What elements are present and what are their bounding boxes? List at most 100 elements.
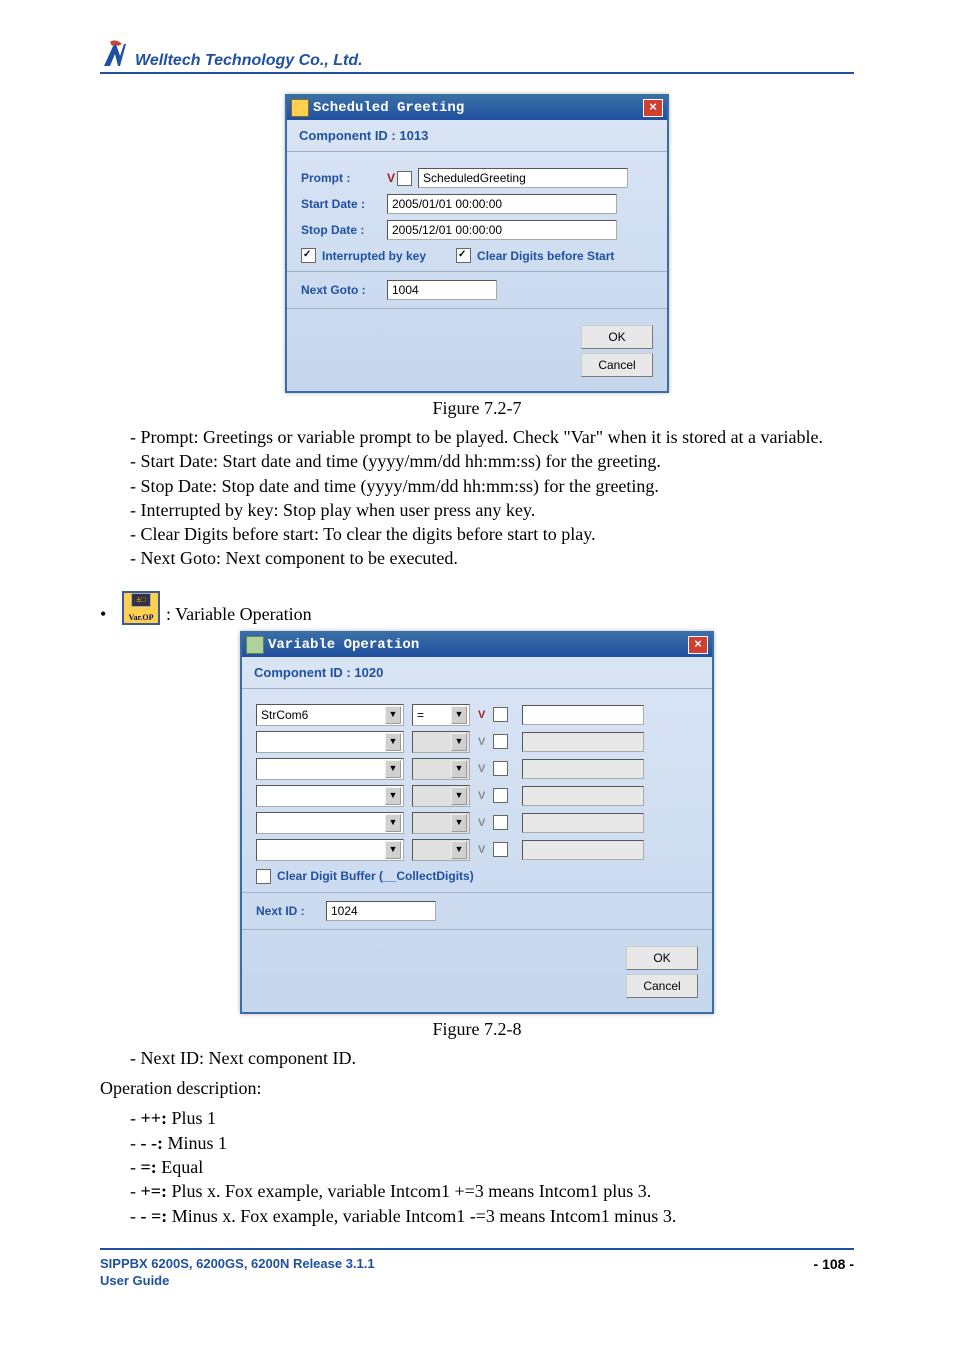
var-select-4[interactable]: ▼ (256, 785, 404, 807)
company-logo-icon (100, 40, 130, 70)
dialog-titlebar[interactable]: Scheduled Greeting × (287, 96, 667, 120)
v-label: V (478, 709, 485, 721)
figure-caption-1: Figure 7.2-7 (100, 398, 854, 419)
cancel-button[interactable]: Cancel (626, 974, 698, 998)
next-goto-label: Next Goto : (301, 283, 387, 297)
opdesc-plus1: ++: Plus 1 (130, 1106, 854, 1130)
opdesc-pluseq: +=: Plus x. Fox example, variable Intcom… (130, 1179, 854, 1203)
cancel-button[interactable]: Cancel (581, 353, 653, 377)
next-goto-input[interactable] (387, 280, 497, 300)
op-select-6: ▼ (412, 839, 470, 861)
footer-product: SIPPBX 6200S, 6200GS, 6200N Release 3.1.… (100, 1256, 375, 1273)
note-start: Start Date: Start date and time (yyyy/mm… (130, 449, 854, 473)
explanation-list-2: Next ID: Next component ID. Operation de… (100, 1046, 854, 1228)
variable-operation-dialog: Variable Operation × Component ID : 1020… (240, 631, 714, 1014)
stop-date-input[interactable] (387, 220, 617, 240)
scheduled-greeting-dialog: Scheduled Greeting × Component ID : 1013… (285, 94, 669, 393)
prompt-input[interactable] (418, 168, 628, 188)
op-select-4: ▼ (412, 785, 470, 807)
clear-buffer-checkbox[interactable] (256, 869, 271, 884)
chevron-down-icon: ▼ (385, 706, 401, 724)
dialog2-titlebar[interactable]: Variable Operation × (242, 633, 712, 657)
close-icon[interactable]: × (643, 99, 663, 117)
stop-date-label: Stop Date : (301, 223, 387, 237)
close-icon[interactable]: × (688, 636, 708, 654)
value-input-2 (522, 732, 644, 752)
chevron-down-icon: ▼ (451, 733, 467, 751)
value-input-1[interactable] (522, 705, 644, 725)
v-label: V (478, 763, 485, 775)
page-number: - 108 - (814, 1256, 854, 1272)
explanation-list-1: Prompt: Greetings or variable prompt to … (100, 425, 854, 571)
next-id-input[interactable] (326, 901, 436, 921)
v-checkbox-6 (493, 842, 508, 857)
ok-button[interactable]: OK (626, 946, 698, 970)
prompt-label: Prompt : (301, 171, 387, 185)
var-select-1[interactable]: StrCom6▼ (256, 704, 404, 726)
page-header: Welltech Technology Co., Ltd. (100, 40, 854, 74)
v-checkbox-5 (493, 815, 508, 830)
var-checkbox[interactable] (397, 171, 412, 186)
chevron-down-icon: ▼ (451, 814, 467, 832)
dialog2-title: Variable Operation (268, 637, 419, 653)
component-id-2: Component ID : 1020 (242, 657, 712, 689)
clear-buffer-label: Clear Digit Buffer (__CollectDigits) (277, 869, 474, 883)
op-select-2: ▼ (412, 731, 470, 753)
opdesc-equal: =: Equal (130, 1155, 854, 1179)
chevron-down-icon: ▼ (451, 841, 467, 859)
v-checkbox-3 (493, 761, 508, 776)
chevron-down-icon: ▼ (385, 814, 401, 832)
var-select-5[interactable]: ▼ (256, 812, 404, 834)
note-nextid: Next ID: Next component ID. (130, 1046, 854, 1070)
v-label: V (478, 817, 485, 829)
chevron-down-icon: ▼ (451, 760, 467, 778)
chevron-down-icon: ▼ (385, 787, 401, 805)
ok-button[interactable]: OK (581, 325, 653, 349)
note-stop: Stop Date: Stop date and time (yyyy/mm/d… (130, 474, 854, 498)
var-select-3[interactable]: ▼ (256, 758, 404, 780)
value-input-5 (522, 813, 644, 833)
varop-icon: ±□Var.OP (122, 591, 160, 625)
v-label: V (478, 844, 485, 856)
var-indicator: V (387, 171, 395, 185)
opdesc-heading: Operation description: (100, 1076, 854, 1100)
chevron-down-icon: ▼ (451, 706, 467, 724)
v-label: V (478, 790, 485, 802)
company-name: Welltech Technology Co., Ltd. (135, 52, 363, 70)
next-id-label: Next ID : (256, 904, 326, 918)
var-select-6[interactable]: ▼ (256, 839, 404, 861)
v-checkbox-4 (493, 788, 508, 803)
op-select-5: ▼ (412, 812, 470, 834)
variable-operation-heading: ±□Var.OP : Variable Operation (100, 591, 854, 625)
dialog-title: Scheduled Greeting (313, 100, 464, 116)
page-footer: SIPPBX 6200S, 6200GS, 6200N Release 3.1.… (100, 1248, 854, 1290)
op-select-1[interactable]: =▼ (412, 704, 470, 726)
footer-doc: User Guide (100, 1273, 375, 1290)
clear-digits-checkbox[interactable] (456, 248, 471, 263)
dialog2-icon (246, 636, 264, 654)
note-clear: Clear Digits before start: To clear the … (130, 522, 854, 546)
start-date-input[interactable] (387, 194, 617, 214)
value-input-4 (522, 786, 644, 806)
start-date-label: Start Date : (301, 197, 387, 211)
chevron-down-icon: ▼ (385, 760, 401, 778)
dialog-icon (291, 99, 309, 117)
var-select-2[interactable]: ▼ (256, 731, 404, 753)
varop-label: : Variable Operation (166, 604, 312, 625)
value-input-6 (522, 840, 644, 860)
chevron-down-icon: ▼ (451, 787, 467, 805)
clear-digits-label: Clear Digits before Start (477, 249, 614, 263)
interrupted-checkbox[interactable] (301, 248, 316, 263)
op-select-3: ▼ (412, 758, 470, 780)
chevron-down-icon: ▼ (385, 841, 401, 859)
note-next: Next Goto: Next component to be executed… (130, 546, 854, 570)
opdesc-minuseq: - =: Minus x. Fox example, variable Intc… (130, 1204, 854, 1228)
v-checkbox-2 (493, 734, 508, 749)
chevron-down-icon: ▼ (385, 733, 401, 751)
note-interrupted: Interrupted by key: Stop play when user … (130, 498, 854, 522)
value-input-3 (522, 759, 644, 779)
v-label: V (478, 736, 485, 748)
opdesc-minus1: - -: Minus 1 (130, 1131, 854, 1155)
v-checkbox-1[interactable] (493, 707, 508, 722)
figure-caption-2: Figure 7.2-8 (100, 1019, 854, 1040)
